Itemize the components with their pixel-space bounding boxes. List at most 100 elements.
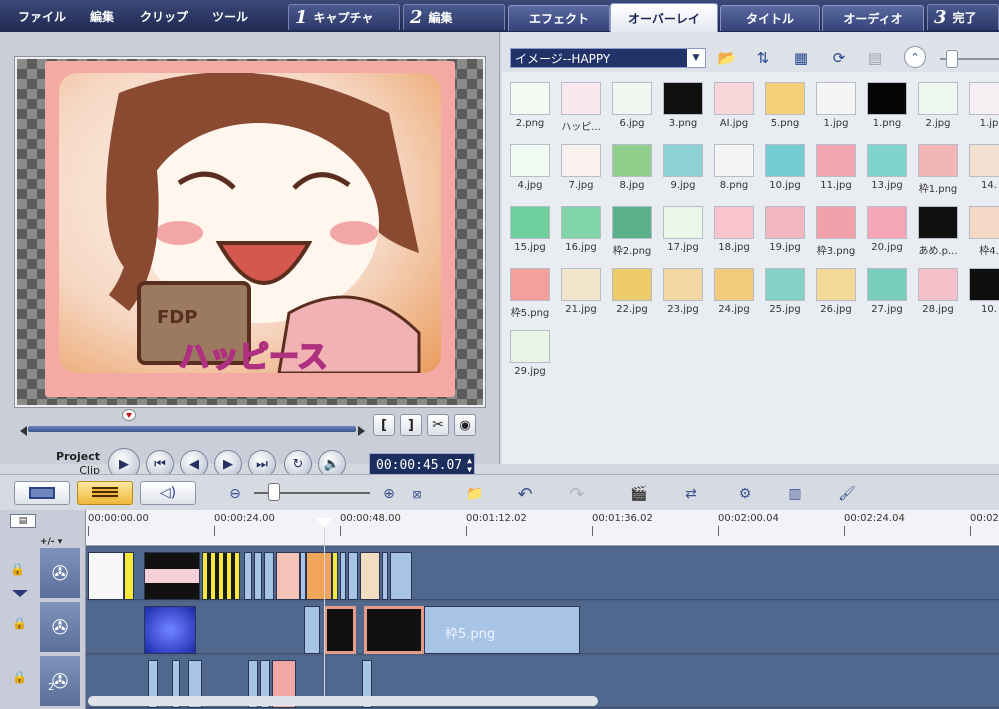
chevron-down-icon[interactable]: ▼ [687,49,705,67]
video-clip[interactable] [382,552,388,600]
overlay-clip[interactable] [324,606,356,654]
playhead-handle-icon[interactable] [316,518,332,528]
video-clip[interactable] [276,552,300,600]
timeline-playhead[interactable] [324,520,325,700]
smart-proxy-button[interactable]: 🎬 [626,483,652,505]
library-thumbnail[interactable]: 枠5.png [510,268,550,319]
sort-button[interactable]: ⇅ [750,46,776,70]
overlay-clip[interactable] [364,606,424,654]
library-thumbnail[interactable]: 3.png [663,82,703,130]
menu-file[interactable]: ファイル [18,8,66,25]
menu-clip[interactable]: クリップ [140,8,188,25]
library-thumbnail[interactable]: 26.jpg [816,268,856,316]
transition-clip[interactable] [332,552,338,600]
audio-mixer-button[interactable]: ▥ [782,483,808,505]
library-thumbnail[interactable]: 13.jpg [867,144,907,192]
track-manager-button[interactable]: ⚙ [732,483,758,505]
scrub-marker-icon[interactable] [122,409,136,421]
cut-clip-button[interactable]: ✂ [427,414,449,436]
library-thumbnail[interactable]: 15.jpg [510,206,550,254]
video-track-icon[interactable]: ✇ [40,548,80,598]
track-select-icon[interactable]: ▤ [10,514,36,528]
library-thumbnail[interactable]: 1.jp [969,82,999,130]
trim-start-handle[interactable] [20,426,27,436]
batch-convert-button[interactable]: ⇄ [678,483,704,505]
open-folder-button[interactable]: 📂 [714,46,740,70]
audio-view-button[interactable]: ◁) [140,481,196,505]
scrub-track[interactable] [28,426,356,432]
menu-edit[interactable]: 編集 [90,8,114,25]
library-thumbnail[interactable]: 枠2.png [612,206,652,257]
library-thumbnail[interactable]: 22.jpg [612,268,652,316]
library-thumbnail[interactable]: AI.jpg [714,82,754,130]
timecode-spin-icon[interactable]: ▲ ▼ [467,456,472,474]
thumb-size-slider-handle[interactable] [946,50,958,68]
library-thumbnail[interactable]: 24.jpg [714,268,754,316]
library-thumbnail[interactable]: 14. [969,144,999,192]
library-thumbnail[interactable]: 8.jpg [612,144,652,192]
trim-end-handle[interactable] [358,426,365,436]
step-edit-tab[interactable]: 2 編集 [403,4,505,30]
library-thumbnail[interactable]: 11.jpg [816,144,856,192]
lock-icon[interactable]: 🔒 [12,670,27,684]
redo-button[interactable]: ↷ [564,483,590,505]
overlay-clip[interactable] [144,606,196,654]
video-clip[interactable] [360,552,380,600]
tab-title[interactable]: タイトル [720,5,820,31]
transition-clip[interactable] [202,552,240,600]
tab-audio[interactable]: オーディオ [822,5,924,31]
video-clip[interactable] [390,552,412,600]
library-thumbnail[interactable]: 10.jpg [765,144,805,192]
track-menu[interactable]: +/- ▾ [40,536,84,548]
library-thumbnail[interactable]: 1.png [867,82,907,130]
overlay-clip-frame5[interactable]: 枠5.png [424,606,580,654]
lock-icon[interactable]: 🔒 [10,562,25,576]
collapse-button[interactable]: ⌃ [904,46,926,68]
library-thumbnail[interactable]: 枠3.png [816,206,856,257]
insert-media-button[interactable]: 📁 [462,483,488,505]
step-finish-tab[interactable]: 3 完了 [927,4,999,30]
library-thumbnail[interactable]: 4.jpg [510,144,550,192]
library-thumbnail[interactable]: あめ.p... [918,206,958,257]
overlay-track-1-icon[interactable]: ✇ [40,602,80,652]
library-thumbnail[interactable]: 5.png [765,82,805,130]
library-thumbnail[interactable]: 1.jpg [816,82,856,130]
overlay-track-2-icon[interactable]: ✇ [40,656,80,706]
library-thumbnail[interactable]: 17.jpg [663,206,703,254]
tab-effect[interactable]: エフェクト [508,5,610,31]
video-clip[interactable] [254,552,262,600]
video-clip[interactable] [264,552,274,600]
fit-project-button[interactable]: ⊠ [404,483,430,505]
mark-in-button[interactable]: [ [373,414,395,436]
overlay-clip[interactable] [304,606,320,654]
library-thumbnail[interactable]: 28.jpg [918,268,958,316]
lock-icon[interactable]: 🔒 [12,616,27,630]
library-thumbnail[interactable]: 20.jpg [867,206,907,254]
refresh-button[interactable]: ⟳ [826,46,852,70]
library-thumbnail[interactable]: 7.jpg [561,144,601,192]
library-thumbnail[interactable]: 27.jpg [867,268,907,316]
chevron-down-icon[interactable] [12,590,28,597]
zoom-in-button[interactable]: ⊕ [376,483,402,505]
zoom-out-button[interactable]: ⊖ [222,483,248,505]
library-thumbnail[interactable]: 19.jpg [765,206,805,254]
undo-button[interactable]: ↶ [512,483,538,505]
paint-creator-button[interactable]: 🖌 [834,483,860,505]
view-options-button[interactable]: ▦ [788,46,814,70]
video-clip[interactable] [306,552,332,600]
library-thumbnail[interactable]: 18.jpg [714,206,754,254]
library-manager-button[interactable]: ▤ [862,46,888,70]
storyboard-view-button[interactable] [14,481,70,505]
scrub-bar[interactable] [20,422,365,436]
library-thumbnail[interactable]: 2.png [510,82,550,130]
library-thumbnail[interactable]: 2.jpg [918,82,958,130]
library-thumbnail[interactable]: 枠1.png [918,144,958,195]
timeline-scrollbar[interactable] [88,696,598,706]
library-category-select[interactable]: イメージ--HAPPY ▼ [510,48,706,68]
transition-clip[interactable] [124,552,134,600]
library-thumbnail[interactable]: 25.jpg [765,268,805,316]
video-clip[interactable] [144,552,200,600]
mark-out-button[interactable]: ] [400,414,422,436]
overlay-track-1[interactable]: 枠5.png [86,602,999,654]
library-thumbnail[interactable]: ハッピ... [561,82,601,133]
